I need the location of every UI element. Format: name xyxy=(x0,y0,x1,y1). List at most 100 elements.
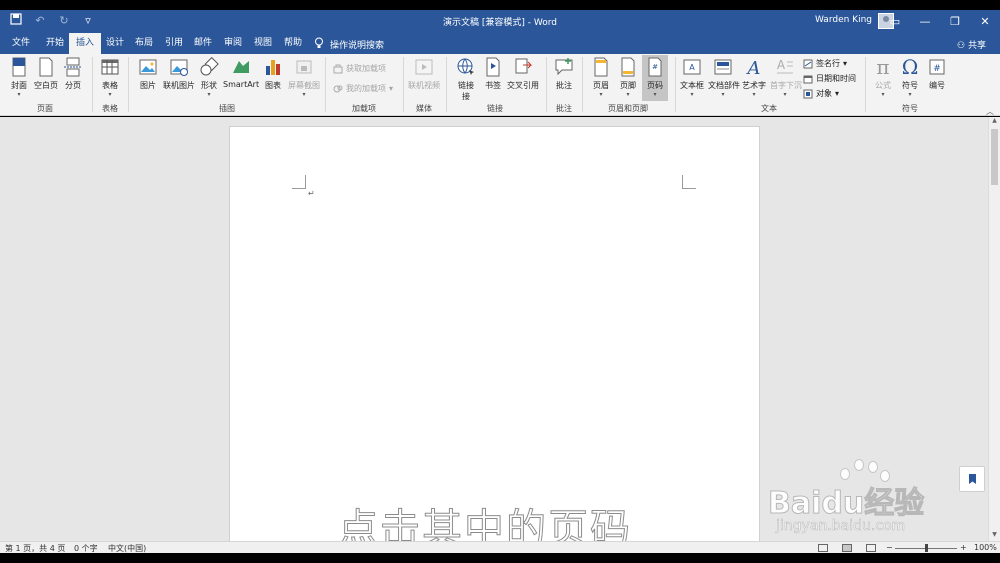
close-button[interactable]: ✕ xyxy=(970,10,1000,33)
header-label: 页眉 xyxy=(593,81,609,90)
tab-file[interactable]: 文件 xyxy=(5,33,37,54)
group-addins-label: 加载项 xyxy=(352,104,376,113)
picture-icon xyxy=(139,59,157,75)
pictures-button[interactable]: 图片 xyxy=(137,57,159,91)
online-pictures-button[interactable]: 联机图片 xyxy=(162,57,196,91)
share-button[interactable]: ⚇ 共享 xyxy=(957,38,986,51)
lightbulb-icon xyxy=(314,37,324,52)
header-button[interactable]: 页眉 ▾ xyxy=(590,57,612,98)
person-icon: ⚇ xyxy=(957,41,966,51)
link-button[interactable]: 链接 接 xyxy=(455,57,477,102)
zoom-out-button[interactable]: − xyxy=(886,543,893,552)
group-comments-label: 批注 xyxy=(556,104,572,113)
bookmark-button[interactable]: 书签 xyxy=(482,57,504,91)
tab-insert[interactable]: 插入 xyxy=(69,33,102,54)
chevron-down-icon: ▾ xyxy=(908,91,912,98)
online-pictures-label: 联机图片 xyxy=(163,81,195,90)
footer-label: 页脚 xyxy=(620,81,636,90)
ribbon-insert: 封面 ▾ 空白页 分页 页面 表格 ▾ 表格 图片 联机图片 形状 ▾ Smar… xyxy=(0,54,1000,116)
tab-references[interactable]: 引用 xyxy=(158,33,190,54)
page-number-icon: # xyxy=(648,57,662,77)
online-video-label: 联机视频 xyxy=(408,81,440,90)
bookmark-badge-icon[interactable] xyxy=(959,466,985,492)
new-comment-button[interactable]: 批注 xyxy=(553,57,575,91)
shapes-icon xyxy=(200,57,219,76)
blank-page-label: 空白页 xyxy=(34,81,58,90)
scroll-up-icon[interactable]: ▲ xyxy=(989,117,1000,127)
store-icon xyxy=(333,64,343,74)
chevron-down-icon: ▾ xyxy=(752,91,756,98)
object-button[interactable]: 对象 ▾ xyxy=(803,88,839,99)
page-number-button[interactable]: # 页码 ▾ xyxy=(642,55,668,101)
tab-design[interactable]: 设计 xyxy=(99,33,131,54)
link-icon xyxy=(457,58,474,75)
object-label: 对象 xyxy=(816,89,832,98)
document-page[interactable]: ↵ xyxy=(229,126,760,541)
get-addins-button[interactable]: 获取加载项 xyxy=(333,63,386,74)
minimize-button[interactable]: — xyxy=(910,10,940,33)
customize-icon[interactable]: ▿ xyxy=(80,13,96,29)
footer-button[interactable]: 页脚 ▾ xyxy=(617,57,639,98)
pictures-label: 图片 xyxy=(140,81,156,90)
print-layout-icon[interactable] xyxy=(842,544,852,552)
chevron-down-icon: ▾ xyxy=(599,91,603,98)
zoom-level[interactable]: 100% xyxy=(974,543,997,552)
cover-page-button[interactable]: 封面 ▾ xyxy=(7,57,31,98)
chevron-down-icon: ▾ xyxy=(881,91,885,98)
numbering-button[interactable]: # 编号 xyxy=(926,57,948,91)
redo-icon[interactable]: ↻ xyxy=(56,13,72,29)
omega-icon: Ω xyxy=(902,57,919,77)
tab-mailings[interactable]: 邮件 xyxy=(187,33,219,54)
online-picture-icon xyxy=(170,59,188,76)
wordart-icon: A xyxy=(746,58,761,77)
screenshot-button[interactable]: 屏幕截图 ▾ xyxy=(287,57,321,98)
cross-reference-label: 交叉引用 xyxy=(507,81,539,90)
zoom-slider-thumb[interactable] xyxy=(925,544,928,552)
equation-label: 公式 xyxy=(875,81,891,90)
vertical-scrollbar[interactable]: ▲ ▼ xyxy=(988,117,1000,541)
chart-icon xyxy=(266,60,280,75)
signature-line-button[interactable]: 签名行 ▾ xyxy=(803,58,847,69)
tab-view[interactable]: 视图 xyxy=(247,33,279,54)
restore-button[interactable]: ❐ xyxy=(940,10,970,33)
letterbox-top xyxy=(0,0,1000,10)
undo-icon[interactable]: ↶ xyxy=(32,13,48,29)
cross-reference-button[interactable]: 交叉引用 xyxy=(506,57,540,91)
zoom-in-button[interactable]: + xyxy=(960,543,967,552)
scrollbar-thumb[interactable] xyxy=(991,129,998,185)
date-time-button[interactable]: 日期和时间 xyxy=(803,73,856,84)
addins-icon xyxy=(333,84,343,94)
page-break-button[interactable]: 分页 xyxy=(62,57,84,91)
group-media-label: 媒体 xyxy=(416,104,432,113)
quick-parts-button[interactable]: 文档部件 ▾ xyxy=(708,57,740,98)
crop-mark xyxy=(292,175,306,189)
tell-me-search[interactable]: 操作说明搜索 xyxy=(314,37,384,52)
table-button[interactable]: 表格 ▾ xyxy=(99,57,121,98)
link-label: 链接 xyxy=(458,81,474,90)
footer-icon xyxy=(621,57,635,77)
chart-button[interactable]: 图表 xyxy=(262,57,284,91)
symbol-button[interactable]: Ω 符号 ▾ xyxy=(899,57,921,98)
save-icon[interactable] xyxy=(8,13,24,29)
read-mode-icon[interactable] xyxy=(818,544,828,552)
smartart-button[interactable]: SmartArt xyxy=(223,57,259,89)
text-box-button[interactable]: A 文本框 ▾ xyxy=(680,57,704,98)
my-addins-button[interactable]: 我的加载项 ▾ xyxy=(333,83,393,94)
ribbon-display-options-button[interactable]: ▭ xyxy=(880,10,910,33)
equation-button[interactable]: π 公式 ▾ xyxy=(872,57,894,98)
wordart-button[interactable]: A 艺术字 ▾ xyxy=(741,57,767,98)
blank-page-button[interactable]: 空白页 xyxy=(33,57,59,91)
drop-cap-button[interactable]: A 首字下沉 ▾ xyxy=(770,57,802,98)
online-video-button[interactable]: 联机视频 xyxy=(408,57,440,91)
scroll-down-icon[interactable]: ▼ xyxy=(989,531,1000,541)
tab-home[interactable]: 开始 xyxy=(39,33,71,54)
tab-review[interactable]: 审阅 xyxy=(217,33,249,54)
collapse-ribbon-icon[interactable]: ︿ xyxy=(986,106,994,117)
user-name[interactable]: Warden King xyxy=(815,15,872,25)
tab-layout[interactable]: 布局 xyxy=(128,33,160,54)
shapes-button[interactable]: 形状 ▾ xyxy=(198,57,220,98)
tab-help[interactable]: 帮助 xyxy=(277,33,309,54)
object-icon xyxy=(803,89,813,99)
signature-line-label: 签名行 xyxy=(816,59,840,68)
web-layout-icon[interactable] xyxy=(866,544,876,552)
